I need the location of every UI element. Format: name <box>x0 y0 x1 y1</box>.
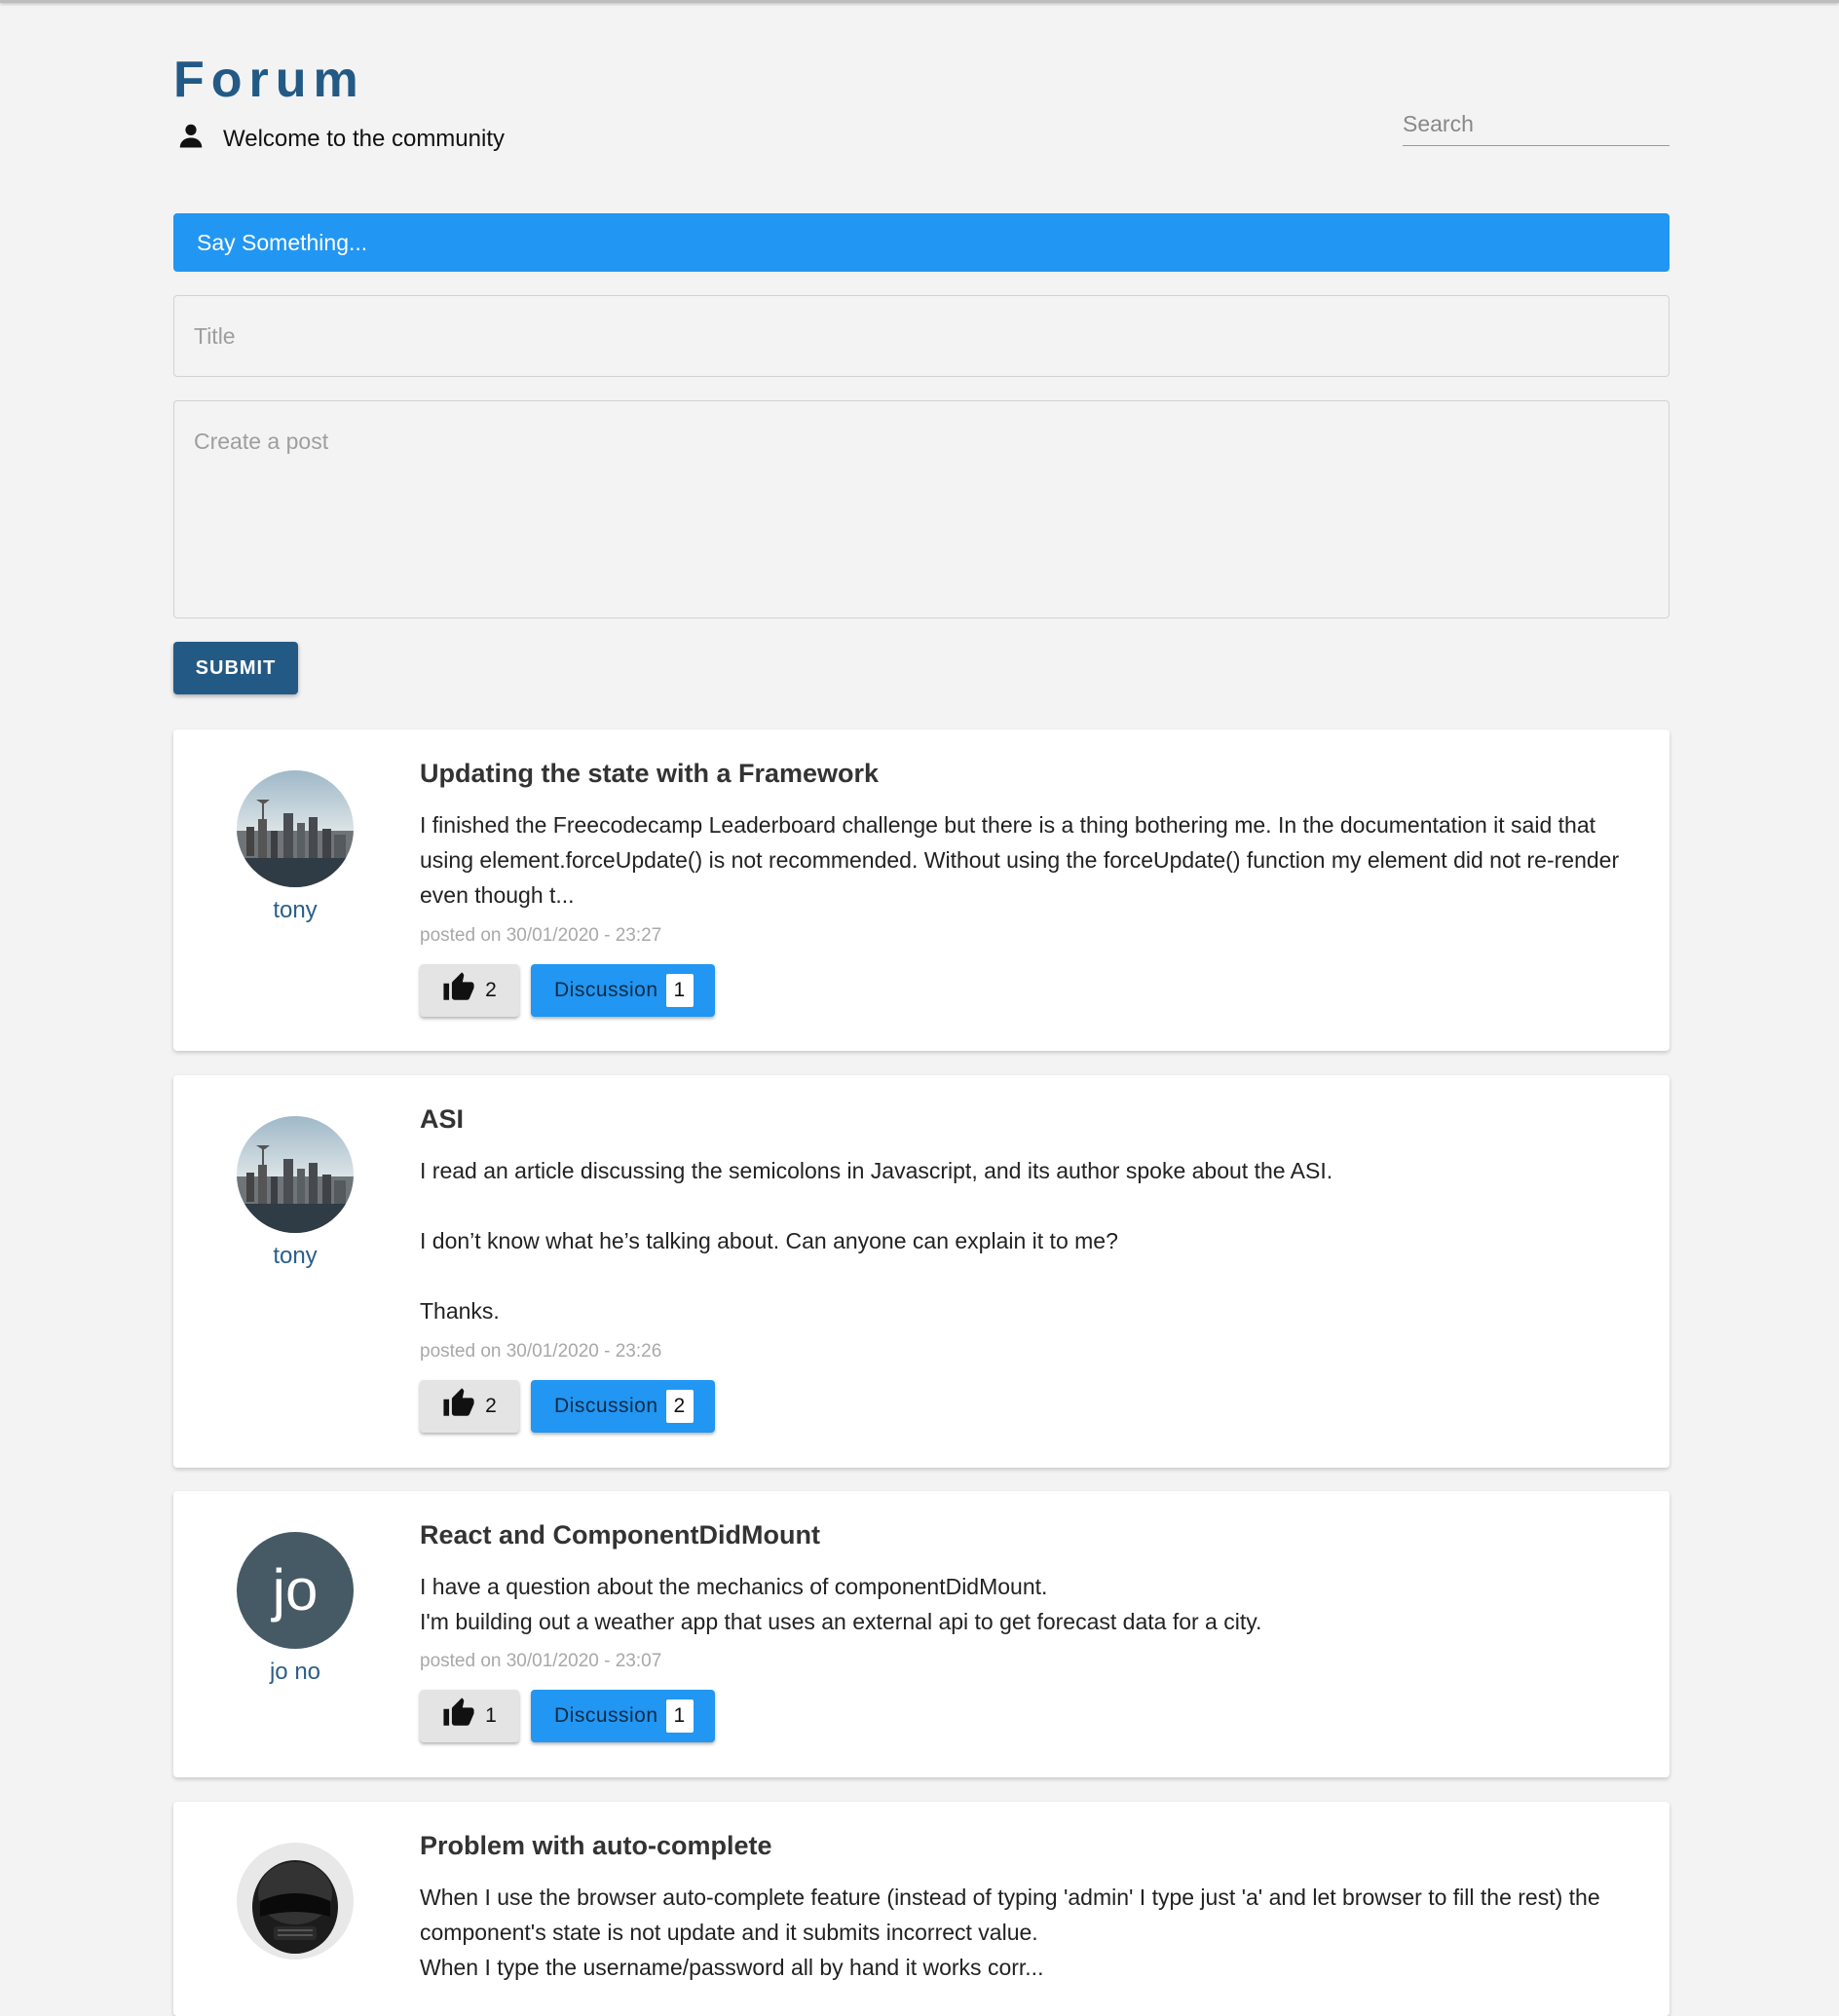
page-header: Forum Welcome to the community <box>173 0 1670 185</box>
post-body: I read an article discussing the semicol… <box>420 1153 1637 1328</box>
page-container: Forum Welcome to the community Say Somet… <box>173 0 1670 2016</box>
author-name[interactable]: jo no <box>173 1659 417 1686</box>
post-actions: 1 Discussion 1 <box>420 1690 715 1742</box>
post-field <box>173 400 1670 618</box>
post-date: posted on 30/01/2020 - 23:07 <box>420 1651 662 1671</box>
post-title[interactable]: React and ComponentDidMount <box>420 1520 820 1550</box>
avatar <box>237 1116 354 1233</box>
post-body-line: When I use the browser auto-complete fea… <box>420 1885 1607 1945</box>
like-count: 2 <box>485 979 497 1001</box>
welcome-text: Welcome to the community <box>223 125 505 152</box>
post-title[interactable]: Problem with auto-complete <box>420 1831 772 1861</box>
search-input[interactable] <box>1403 111 1670 137</box>
search-box <box>1403 111 1670 146</box>
person-icon <box>176 121 206 157</box>
like-button[interactable]: 2 <box>420 1380 519 1433</box>
title-input[interactable] <box>174 296 1669 376</box>
avatar-initials: jo <box>272 1557 319 1623</box>
submit-button[interactable]: SUBMIT <box>173 642 298 694</box>
post-body-line: Thanks. <box>420 1298 500 1324</box>
post-body-line: I don’t know what he’s talking about. Ca… <box>420 1228 1118 1253</box>
like-button[interactable]: 1 <box>420 1690 519 1742</box>
discussion-button[interactable]: Discussion 2 <box>531 1380 715 1433</box>
post-body-line: I have a question about the mechanics of… <box>420 1574 1048 1599</box>
title-field <box>173 295 1670 377</box>
avatar <box>237 770 354 887</box>
thumbs-up-icon <box>442 1697 475 1736</box>
avatar: jo <box>237 1532 354 1649</box>
post-date: posted on 30/01/2020 - 23:26 <box>420 1341 662 1362</box>
post-actions: 2 Discussion 1 <box>420 964 715 1017</box>
discussion-button[interactable]: Discussion 1 <box>531 1690 715 1742</box>
thumbs-up-icon <box>442 1387 475 1426</box>
discussion-button[interactable]: Discussion 1 <box>531 964 715 1017</box>
post-actions: 2 Discussion 2 <box>420 1380 715 1433</box>
author-name[interactable]: tony <box>173 897 417 924</box>
post-body-line: I read an article discussing the semicol… <box>420 1158 1333 1183</box>
like-count: 1 <box>485 1704 497 1727</box>
post-card: tony ASI I read an article discussing th… <box>173 1075 1670 1468</box>
say-something-bar: Say Something... <box>173 213 1670 272</box>
discussion-count-badge: 1 <box>665 1699 694 1733</box>
discussion-count-badge: 1 <box>665 974 694 1007</box>
avatar <box>237 1843 354 1960</box>
discussion-count-badge: 2 <box>665 1390 694 1423</box>
like-button[interactable]: 2 <box>420 964 519 1017</box>
thumbs-up-icon <box>442 971 475 1010</box>
post-body-line: I finished the Freecodecamp Leaderboard … <box>420 812 1626 908</box>
post-title[interactable]: Updating the state with a Framework <box>420 759 879 789</box>
discussion-label: Discussion <box>554 1395 658 1417</box>
post-title[interactable]: ASI <box>420 1104 464 1135</box>
post-body: I have a question about the mechanics of… <box>420 1569 1637 1639</box>
post-body-line: When I type the username/password all by… <box>420 1955 1044 1980</box>
post-card: jo jo no React and ComponentDidMount I h… <box>173 1491 1670 1777</box>
post-card: tony Updating the state with a Framework… <box>173 729 1670 1051</box>
post-date: posted on 30/01/2020 - 23:27 <box>420 925 662 946</box>
post-body: When I use the browser auto-complete fea… <box>420 1880 1637 1985</box>
author-name[interactable]: tony <box>173 1243 417 1270</box>
post-textarea[interactable] <box>174 401 1669 617</box>
discussion-label: Discussion <box>554 1704 658 1727</box>
discussion-label: Discussion <box>554 979 658 1001</box>
welcome-line: Welcome to the community <box>176 121 505 157</box>
page-title: Forum <box>173 52 365 108</box>
like-count: 2 <box>485 1395 497 1417</box>
post-card: Problem with auto-complete When I use th… <box>173 1802 1670 2016</box>
post-body: I finished the Freecodecamp Leaderboard … <box>420 807 1637 913</box>
post-body-line: I'm building out a weather app that uses… <box>420 1609 1262 1634</box>
